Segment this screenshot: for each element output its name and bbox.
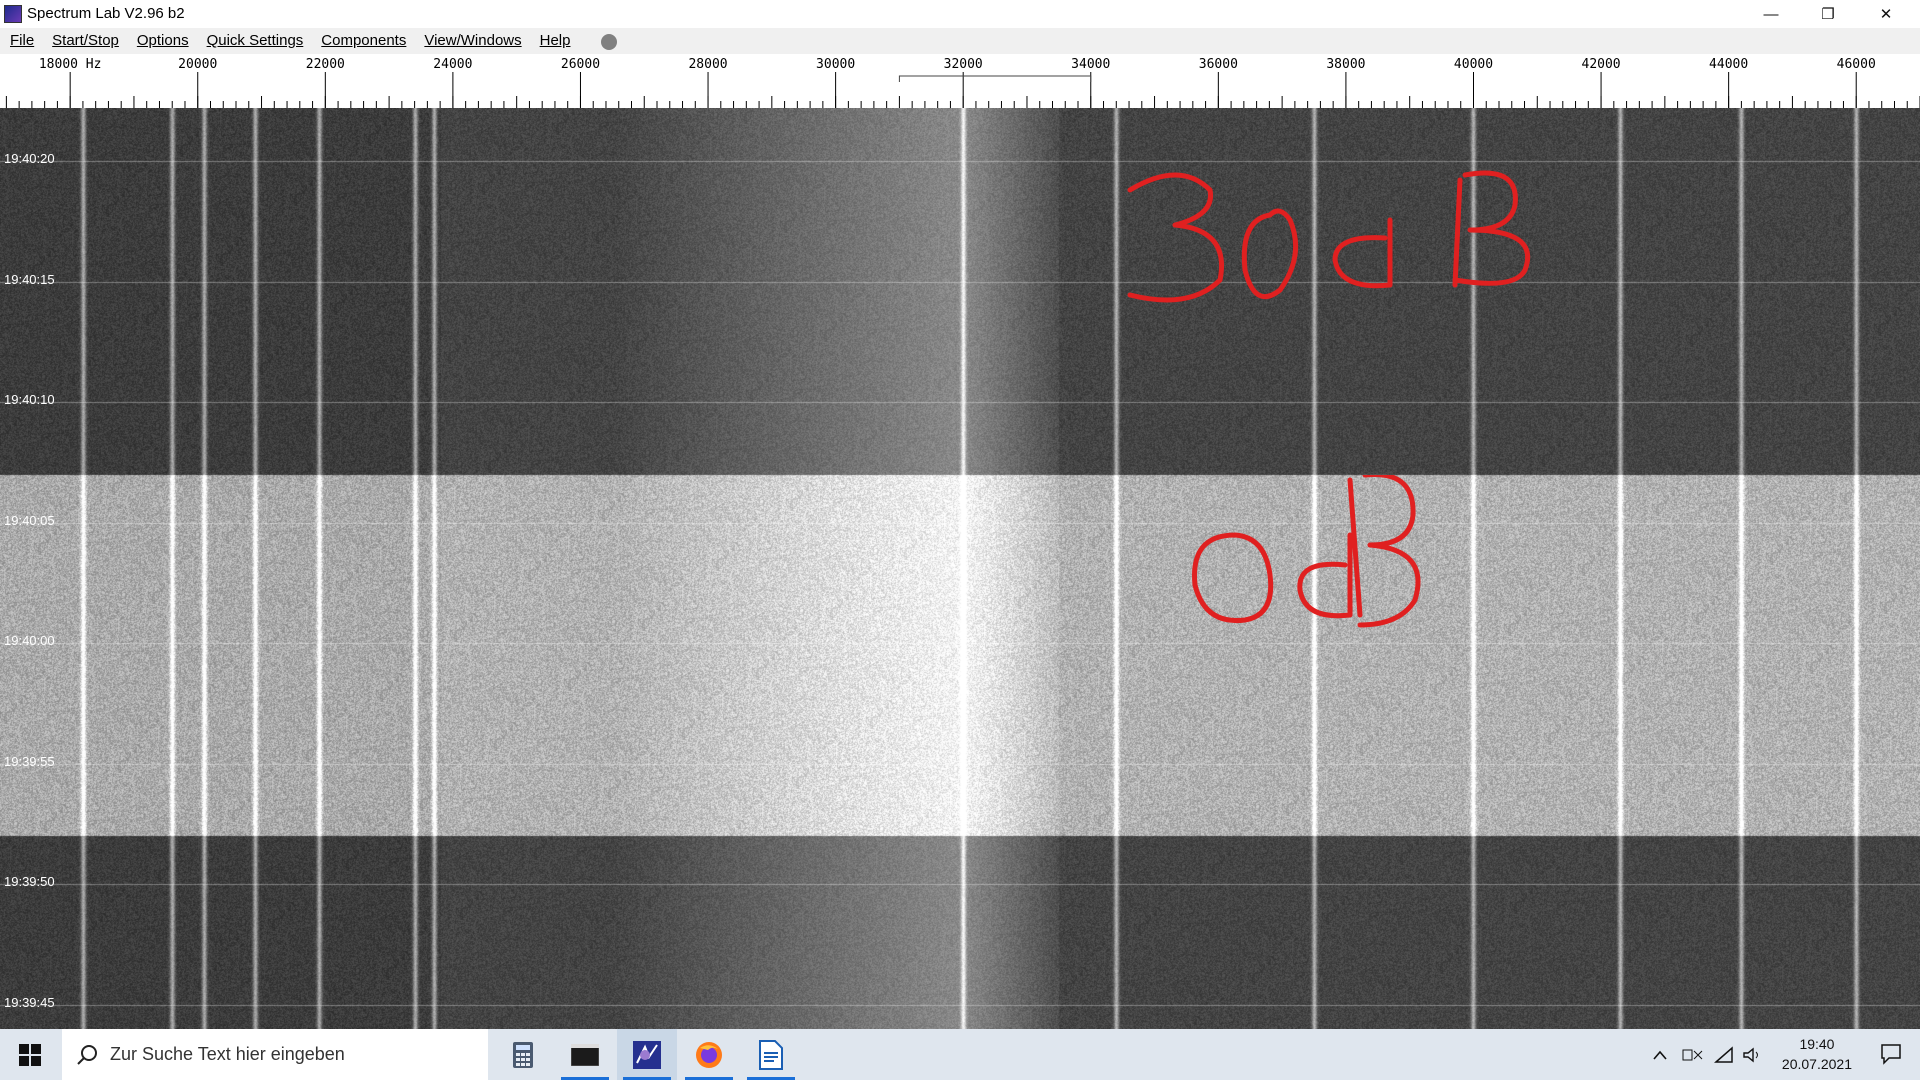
frequency-label: 40000 [1453, 57, 1494, 72]
tray-overflow-icon[interactable] [1652, 1029, 1668, 1080]
annotation-0db: 0dB [1185, 472, 1445, 635]
taskbar-firefox[interactable] [679, 1029, 739, 1080]
frequency-label: 28000 [688, 57, 728, 72]
writer-icon [759, 1039, 783, 1070]
frequency-label: 30000 [816, 57, 856, 72]
passband-marker [898, 75, 1092, 82]
search-placeholder: Zur Suche Text hier eingeben [110, 1044, 345, 1064]
time-label: 19:40:05 [4, 512, 55, 528]
record-indicator-icon[interactable] [601, 34, 617, 50]
minimize-button[interactable]: — [1743, 0, 1799, 28]
frequency-label: 24000 [433, 57, 473, 72]
windows-logo-icon [19, 1043, 41, 1066]
title-bar: Spectrum Lab V2.96 b2 — ❐ ✕ [0, 0, 1920, 28]
time-label: 19:39:45 [4, 994, 55, 1010]
taskbar-clock[interactable]: 19:40 20.07.2021 [1782, 1034, 1852, 1074]
menu-file[interactable]: File [10, 32, 34, 49]
time-label: 19:40:00 [4, 633, 55, 649]
frequency-label: 32000 [943, 57, 983, 72]
taskbar-spectrum-lab[interactable] [617, 1029, 677, 1080]
taskbar-writer[interactable] [741, 1029, 801, 1080]
close-button[interactable]: ✕ [1858, 0, 1914, 28]
frequency-label: 36000 [1198, 57, 1238, 72]
menu-bar: File Start/Stop Options Quick Settings C… [0, 28, 1920, 54]
search-icon [77, 1045, 97, 1065]
frequency-label: 38000 [1326, 57, 1366, 72]
time-label: 19:39:55 [4, 753, 55, 769]
tray-language-icon[interactable] [1682, 1029, 1704, 1080]
start-button[interactable] [0, 1029, 60, 1080]
taskbar: Zur Suche Text hier eingeben 19:40 20.07… [0, 1029, 1920, 1080]
menu-options[interactable]: Options [137, 32, 189, 49]
terminal-icon [571, 1043, 599, 1066]
time-label: 19:39:50 [4, 874, 55, 890]
annotation-30db-text: 30dB [1120, 160, 1123, 161]
spectrum-lab-icon [633, 1040, 661, 1069]
time-label: 19:40:20 [4, 151, 55, 167]
menu-help[interactable]: Help [540, 32, 571, 49]
frequency-label: 18000 Hz [38, 57, 102, 72]
frequency-label: 34000 [1071, 57, 1111, 72]
window-title: Spectrum Lab V2.96 b2 [27, 5, 185, 22]
frequency-label: 42000 [1581, 57, 1621, 72]
clock-time: 19:40 [1799, 1036, 1835, 1052]
firefox-icon [696, 1041, 722, 1068]
taskbar-calculator[interactable] [493, 1029, 553, 1080]
time-label: 19:40:10 [4, 392, 55, 408]
menu-view-windows[interactable]: View/Windows [424, 32, 521, 49]
menu-components[interactable]: Components [321, 32, 406, 49]
frequency-label: 20000 [178, 57, 218, 72]
menu-quick-settings[interactable]: Quick Settings [207, 32, 304, 49]
annotation-0db-text: 0dB [1185, 475, 1187, 476]
taskbar-search-box[interactable]: Zur Suche Text hier eingeben [62, 1029, 488, 1080]
calculator-icon [513, 1041, 533, 1068]
spectrum-lab-app-icon [4, 5, 22, 23]
frequency-label: 26000 [560, 57, 601, 72]
menu-start-stop[interactable]: Start/Stop [52, 32, 119, 49]
annotation-30db: 30dB [1120, 160, 1540, 310]
time-label: 19:40:15 [4, 271, 55, 287]
frequency-label: 46000 [1836, 57, 1876, 72]
notification-center-icon[interactable] [1880, 1043, 1902, 1070]
frequency-label: 22000 [305, 57, 345, 72]
frequency-label: 44000 [1709, 57, 1749, 72]
tray-volume-icon[interactable] [1742, 1029, 1762, 1080]
clock-date: 20.07.2021 [1781, 1056, 1852, 1072]
restore-button[interactable]: ❐ [1800, 0, 1856, 28]
taskbar-terminal[interactable] [555, 1029, 615, 1080]
tray-network-icon[interactable] [1714, 1029, 1734, 1080]
frequency-scale[interactable]: 18000 Hz 20000 22000 24000 26000 28000 30000 32… [0, 54, 1920, 108]
waterfall-display[interactable] [0, 108, 1920, 1029]
